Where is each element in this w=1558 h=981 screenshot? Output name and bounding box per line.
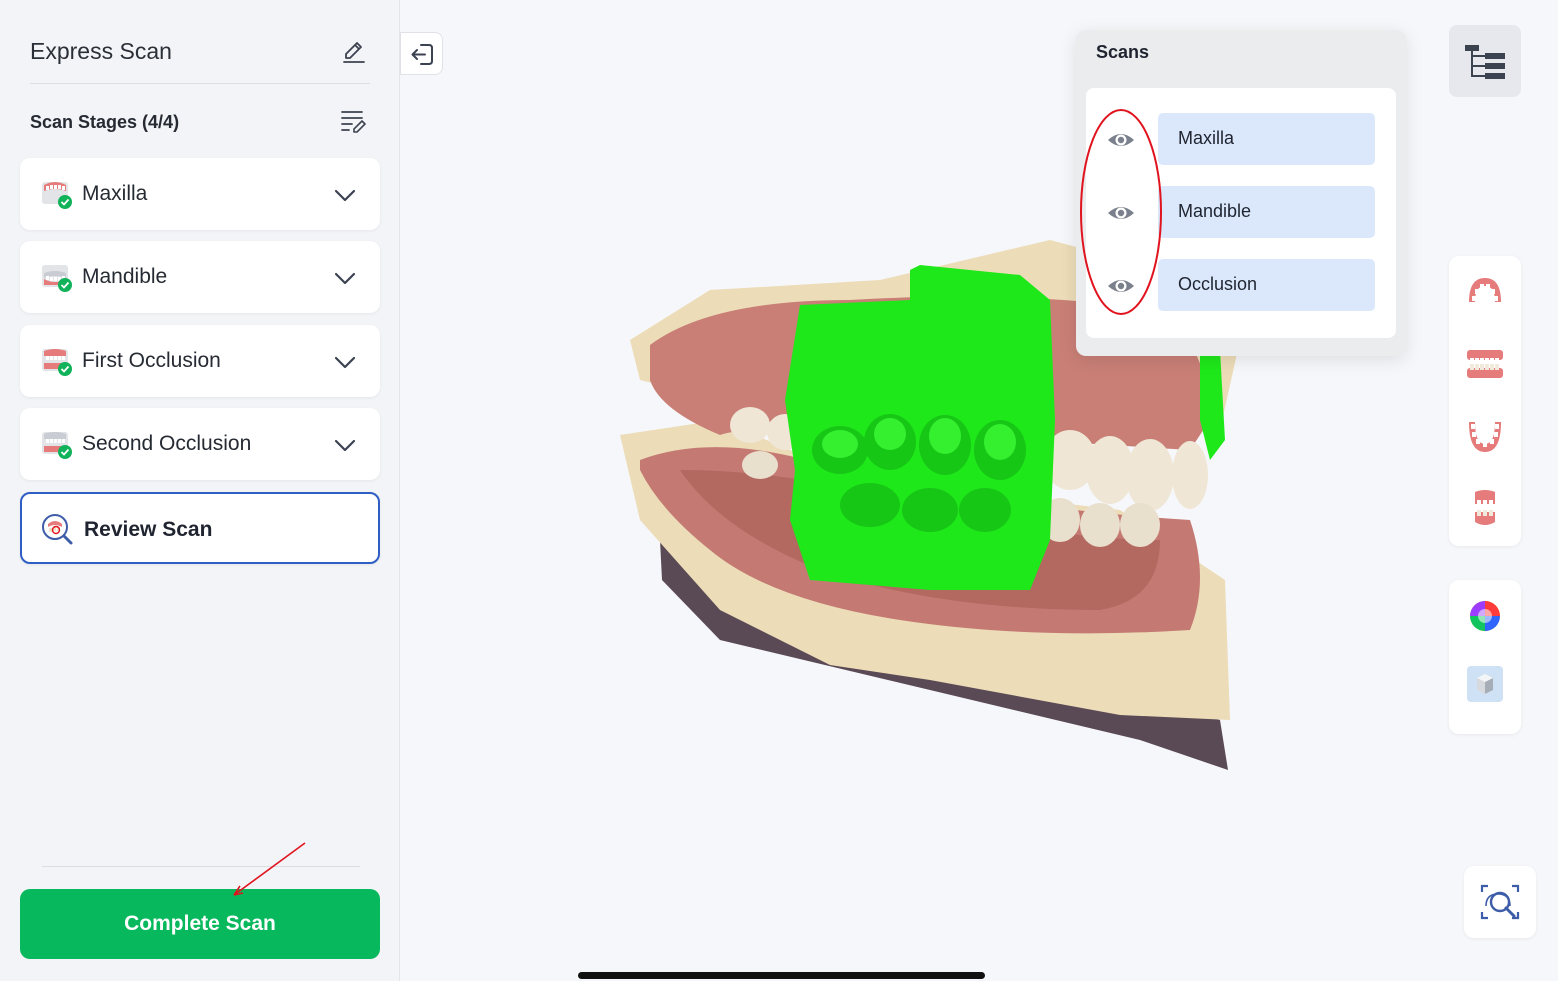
scan-label: Mandible: [1178, 201, 1252, 221]
stage-label: Maxilla: [82, 182, 148, 205]
chevron-down-icon[interactable]: [332, 432, 358, 458]
zoom-scan-icon: [1480, 884, 1520, 920]
stage-list-edit-icon[interactable]: [338, 106, 368, 136]
scan-row-maxilla: Maxilla: [1086, 113, 1396, 167]
annotation-arrow: [233, 842, 306, 896]
stage-card-maxilla[interactable]: Maxilla: [20, 158, 380, 230]
scans-panel: Scans Maxilla Mandible Occlusion: [1076, 30, 1406, 356]
sidebar: Express Scan Scan Stages (4/4) Maxilla M…: [0, 0, 400, 981]
scan-row-mandible: Mandible: [1086, 186, 1396, 240]
occlusion-stage-icon: [40, 347, 74, 377]
view-tools-group: [1449, 256, 1521, 546]
tree-view-icon: [1465, 45, 1505, 79]
exit-panel-icon: [411, 44, 433, 65]
eye-icon[interactable]: [1106, 125, 1136, 155]
scan-tree-button[interactable]: [1449, 25, 1521, 97]
stage-label: First Occlusion: [82, 349, 221, 372]
chevron-down-icon[interactable]: [332, 349, 358, 375]
occlusal-view-icon[interactable]: [1463, 486, 1507, 530]
complete-scan-button[interactable]: Complete Scan: [20, 889, 380, 959]
maxilla-stage-icon: [40, 180, 74, 210]
stage-card-review-scan[interactable]: Review Scan: [20, 492, 380, 564]
review-scan-icon: [40, 512, 74, 545]
chevron-down-icon[interactable]: [332, 265, 358, 291]
scans-list: Maxilla Mandible Occlusion: [1086, 88, 1396, 338]
mono-render-icon[interactable]: [1463, 662, 1507, 706]
scan-label: Maxilla: [1178, 128, 1235, 148]
scan-chip-maxilla[interactable]: Maxilla: [1158, 113, 1375, 165]
eye-icon[interactable]: [1106, 271, 1136, 301]
lower-jaw-view-icon[interactable]: [1463, 414, 1507, 458]
render-tools-group: [1449, 580, 1521, 734]
stage-label: Review Scan: [84, 518, 213, 541]
both-jaws-view-icon[interactable]: [1463, 342, 1507, 386]
stage-label: Second Occlusion: [82, 432, 252, 455]
edit-icon[interactable]: [338, 36, 368, 66]
scan-row-occlusion: Occlusion: [1086, 259, 1396, 313]
app-title: Express Scan: [30, 38, 172, 64]
scan-chip-mandible[interactable]: Mandible: [1158, 186, 1375, 238]
scan-label: Occlusion: [1178, 274, 1258, 294]
stage-card-mandible[interactable]: Mandible: [20, 241, 380, 313]
upper-jaw-view-icon[interactable]: [1463, 270, 1507, 314]
inspect-scan-button[interactable]: [1464, 866, 1536, 938]
scans-panel-title: Scans: [1096, 42, 1150, 62]
color-wheel-icon[interactable]: [1463, 594, 1507, 638]
mandible-stage-icon: [40, 263, 74, 293]
eye-icon[interactable]: [1106, 198, 1136, 228]
sidebar-header: Express Scan: [30, 30, 370, 84]
scan-chip-occlusion[interactable]: Occlusion: [1158, 259, 1375, 311]
stage-card-second-occlusion[interactable]: Second Occlusion: [20, 408, 380, 480]
home-indicator: [578, 972, 985, 979]
occlusion-stage-icon: [40, 430, 74, 460]
collapse-sidebar-button[interactable]: [400, 32, 443, 75]
stage-card-first-occlusion[interactable]: First Occlusion: [20, 325, 380, 397]
chevron-down-icon[interactable]: [332, 182, 358, 208]
scan-stages-header: Scan Stages (4/4): [30, 104, 370, 140]
scan-stages-label: Scan Stages (4/4): [30, 112, 180, 132]
sidebar-divider: [42, 866, 360, 867]
stage-label: Mandible: [82, 265, 168, 288]
